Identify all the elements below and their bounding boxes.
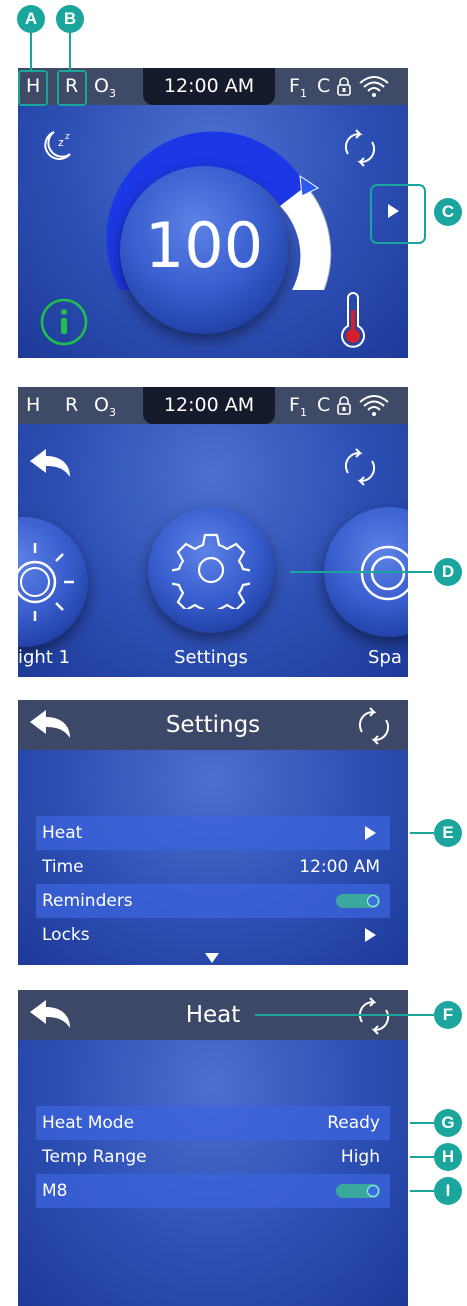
filter-indicator: F1 [289,75,307,100]
settings-row-heat[interactable]: Heat [36,816,390,850]
sleep-mode-icon[interactable]: z z [36,126,78,166]
row-label: Temp Range [42,1147,147,1167]
heater-indicator: H [26,394,41,416]
back-arrow-icon[interactable] [28,998,72,1032]
row-label: Time [42,857,84,877]
chevron-right-icon [365,826,376,840]
ozone-indicator: O3 [94,75,116,100]
ozone-indicator: O3 [94,394,116,419]
callout-c: C [434,198,462,226]
page-title: Settings [18,700,408,750]
wifi-icon [359,395,389,416]
row-label: M8 [42,1181,68,1201]
chevron-right-icon [365,928,376,942]
heat-row-m8[interactable]: M8 [36,1174,390,1208]
svg-text:z: z [58,136,64,149]
wifi-icon [359,76,389,97]
callout-f: F [434,1001,462,1029]
heat-row-temp-range[interactable]: Temp Range High [36,1140,390,1174]
refresh-icon[interactable] [340,128,380,168]
settings-row-reminders[interactable]: Reminders [36,884,390,918]
sun-icon [18,543,74,621]
heat-screen: Heat Heat Mode Ready Temp Range High M8 [18,990,408,1306]
callout-e: E [434,819,462,847]
refresh-icon[interactable] [354,996,394,1036]
main-screen: H R O3 12:00 AM F1 C z z 100 [18,68,408,358]
unit-indicator: C [317,75,331,97]
carousel-label-spa: Spa [368,647,402,668]
settings-row-time[interactable]: Time 12:00 AM [36,850,390,884]
lock-icon [337,396,351,415]
heat-row-mode[interactable]: Heat Mode Ready [36,1106,390,1140]
carousel-label-settings: Settings [174,647,248,668]
carousel-label-light: ight 1 [18,647,71,668]
temperature-value: 100 [144,209,264,282]
callout-d: D [434,558,462,586]
unit-indicator: C [317,394,331,416]
settings-row-locks[interactable]: Locks [36,918,390,952]
callout-b: B [56,5,84,33]
heater-indicator-highlight [18,70,48,106]
filter-indicator: F1 [289,394,307,419]
row-value: Ready [327,1113,380,1133]
next-arrow-icon [388,204,399,218]
row-label: Locks [42,925,90,945]
gear-icon [172,533,250,609]
settings-screen: Settings Heat Time 12:00 AM Reminders Lo… [18,700,408,965]
callout-g: G [434,1109,462,1137]
lock-icon [337,77,351,96]
thermometer-icon[interactable] [336,292,370,352]
refresh-icon[interactable] [354,706,394,746]
row-value: 12:00 AM [299,857,380,877]
m8-toggle[interactable] [336,1184,380,1198]
callout-a: A [17,5,45,33]
clock-display: 12:00 AM [143,68,275,105]
status-bar: H R O3 12:00 AM F1 C [18,387,408,424]
row-label: Heat Mode [42,1113,135,1133]
back-arrow-icon[interactable] [28,708,72,742]
row-label: Heat [42,823,83,843]
clock-display: 12:00 AM [143,387,275,424]
reminders-toggle[interactable] [336,894,380,908]
carousel-screen: H R O3 12:00 AM F1 C ight 1 Settings Spa [18,387,408,677]
back-arrow-icon[interactable] [28,447,72,481]
svg-text:z: z [65,132,70,142]
refresh-icon[interactable] [340,447,380,487]
ready-indicator: R [65,394,79,416]
row-value: High [340,1147,380,1167]
scroll-down-icon[interactable] [205,953,219,963]
callout-h: H [434,1143,462,1171]
info-icon[interactable] [38,296,90,348]
row-label: Reminders [42,891,133,911]
callout-i: I [434,1177,462,1205]
ready-indicator-highlight [57,70,87,106]
